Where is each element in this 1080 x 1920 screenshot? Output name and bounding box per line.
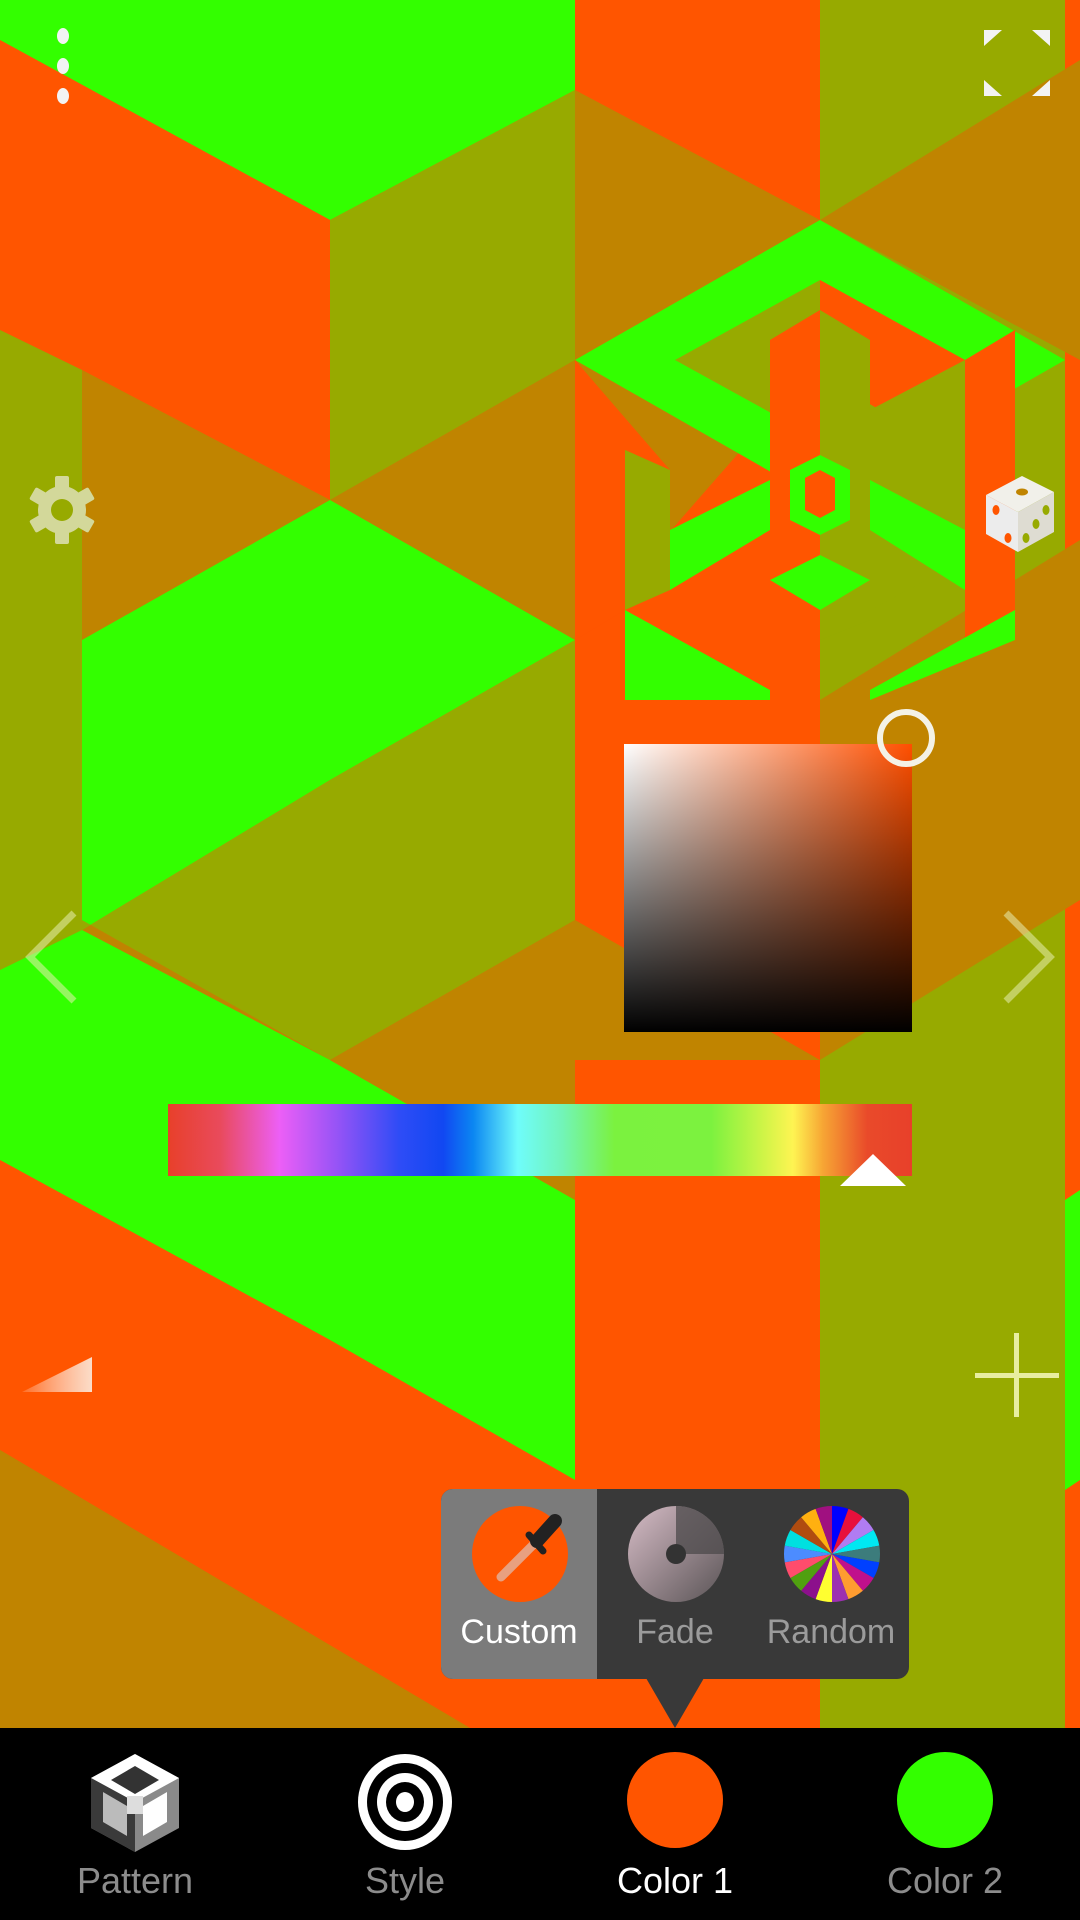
hue-slider[interactable] bbox=[168, 1104, 912, 1176]
sv-picker-handle[interactable] bbox=[877, 709, 935, 767]
fade-dial-icon bbox=[628, 1506, 724, 1602]
tab-color-1[interactable]: Color 1 bbox=[540, 1728, 810, 1920]
fullscreen-icon[interactable] bbox=[980, 26, 1054, 100]
color-mode-label: Custom bbox=[460, 1613, 578, 1651]
color-mode-label: Fade bbox=[636, 1613, 714, 1651]
color-mode-popover: Custom Fade Random bbox=[441, 1489, 909, 1679]
pattern-tile bbox=[1065, 1190, 1080, 1490]
bottom-nav: Pattern Style Color 1 Color 2 bbox=[0, 1728, 1080, 1920]
tab-style[interactable]: Style bbox=[270, 1728, 540, 1920]
hue-slider-thumb[interactable] bbox=[838, 1152, 908, 1188]
tab-color-2[interactable]: Color 2 bbox=[810, 1728, 1080, 1920]
menu-dot bbox=[57, 88, 69, 104]
plus-icon[interactable] bbox=[975, 1333, 1059, 1417]
tab-label: Color 2 bbox=[886, 1860, 1004, 1901]
menu-dot bbox=[57, 28, 69, 44]
color-mode-fade[interactable]: Fade bbox=[597, 1489, 753, 1679]
color-mode-random[interactable]: Random bbox=[753, 1489, 909, 1679]
pattern-tile bbox=[0, 330, 82, 970]
color-1-swatch bbox=[627, 1752, 723, 1848]
color-mode-custom[interactable]: Custom bbox=[441, 1489, 597, 1679]
chevron-left-icon[interactable] bbox=[20, 905, 84, 1010]
more-vertical-icon[interactable] bbox=[50, 24, 76, 104]
gear-icon[interactable] bbox=[24, 472, 100, 548]
target-rings-icon bbox=[358, 1754, 452, 1850]
menu-dot bbox=[57, 58, 69, 74]
ramp-triangle-icon[interactable] bbox=[18, 1352, 98, 1398]
saturation-value-square[interactable] bbox=[624, 744, 912, 1032]
tab-label: Color 1 bbox=[616, 1860, 734, 1901]
dice-icon[interactable] bbox=[978, 470, 1058, 554]
tab-pattern[interactable]: Pattern bbox=[0, 1728, 270, 1920]
color-mode-label: Random bbox=[766, 1613, 896, 1651]
color-2-swatch bbox=[897, 1752, 993, 1848]
popover-pointer bbox=[646, 1678, 704, 1728]
tab-label: Style bbox=[364, 1860, 446, 1901]
eyedropper-icon bbox=[472, 1506, 568, 1602]
color-wheel-icon bbox=[784, 1506, 880, 1602]
pattern-cube-icon bbox=[91, 1754, 179, 1852]
pattern-canvas[interactable] bbox=[0, 0, 1080, 1728]
chevron-right-icon[interactable] bbox=[996, 905, 1060, 1010]
tab-label: Pattern bbox=[76, 1860, 194, 1901]
